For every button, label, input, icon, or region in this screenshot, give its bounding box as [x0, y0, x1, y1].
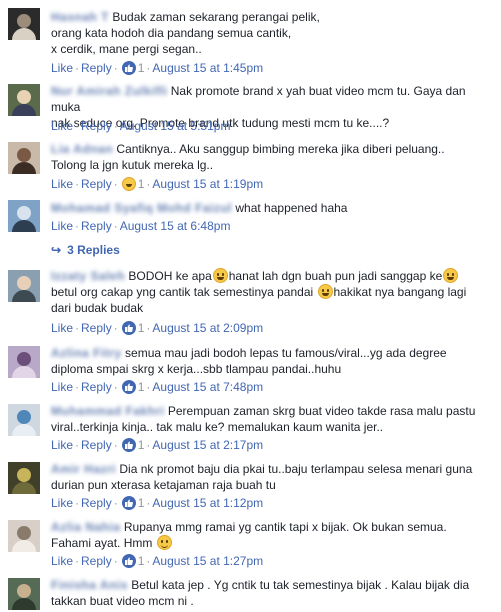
comment-text: BODOH ke apa	[128, 269, 212, 283]
avatar[interactable]	[8, 270, 40, 302]
reaction-count: 1	[137, 321, 145, 335]
avatar[interactable]	[8, 404, 40, 436]
avatar[interactable]	[8, 578, 40, 610]
reaction-count: 1	[137, 177, 145, 191]
comment-author[interactable]: Lia Adnan	[51, 141, 113, 157]
avatar[interactable]	[8, 200, 40, 232]
comment-text: Cantiknya.. Aku sanggup bimbing mereka j…	[116, 142, 445, 156]
grinning-emoji-icon	[443, 268, 459, 283]
like-reaction-icon[interactable]	[121, 380, 136, 394]
like-reaction-icon[interactable]	[121, 321, 136, 335]
comment-author[interactable]: Hasnah T	[51, 9, 109, 25]
like-button[interactable]: Like	[51, 321, 73, 335]
comment-text: x cerdik, mane pergi segan..	[51, 42, 202, 56]
like-button[interactable]: Like	[51, 554, 73, 568]
like-reaction-icon[interactable]	[121, 61, 136, 75]
smiling-emoji-icon	[156, 535, 172, 550]
reply-button[interactable]: Reply	[81, 438, 112, 452]
comment-author[interactable]: Finisha Anis	[51, 577, 128, 593]
comment-text: takkan buat video mcm ni .	[51, 594, 194, 608]
like-button[interactable]: Like	[51, 119, 73, 133]
avatar[interactable]	[8, 8, 40, 40]
comment-author[interactable]: Nur Amirah Zulkifli	[51, 83, 167, 99]
replies-label[interactable]: 3 Replies	[67, 243, 120, 257]
reply-arrow-icon: ↪	[51, 243, 62, 257]
comment-text: Dia nk promot baju dia pkai tu..baju ter…	[119, 462, 473, 476]
reply-button[interactable]: Reply	[81, 219, 112, 233]
comment-text: Fahami ayat. Hmm	[51, 536, 153, 550]
avatar[interactable]	[8, 520, 40, 552]
comment-text: orang kata hodoh dia pandang semua canti…	[51, 26, 292, 40]
comment-author[interactable]: Mohamad Syafiq Mohd Faizul	[51, 200, 232, 216]
comment-author[interactable]: Amir Hazri	[51, 461, 116, 477]
comment-timestamp[interactable]: August 15 at 2:17pm	[152, 438, 263, 452]
comment-timestamp[interactable]: August 15 at 2:09pm	[152, 321, 263, 335]
reply-button[interactable]: Reply	[81, 554, 112, 568]
comment-timestamp[interactable]: August 15 at 1:12pm	[152, 496, 263, 510]
reply-button[interactable]: Reply	[81, 61, 112, 75]
comment-timestamp[interactable]: August 15 at 1:45pm	[152, 61, 263, 75]
comment-author[interactable]: Muhammad Fakhri	[51, 403, 165, 419]
comment-text: Betul kata jep . Yg cntik tu tak semesti…	[131, 578, 470, 592]
comment-author[interactable]: Azlina Fitry	[51, 345, 122, 361]
reaction-count: 1	[137, 438, 145, 452]
comment-text: Perempuan zaman skrg buat video takde ra…	[167, 404, 476, 418]
reaction-count: 1	[137, 380, 145, 394]
reaction-count: 1	[137, 554, 145, 568]
reply-button[interactable]: Reply	[81, 177, 112, 191]
reply-button[interactable]: Reply	[81, 321, 112, 335]
like-button[interactable]: Like	[51, 496, 73, 510]
avatar[interactable]	[8, 84, 40, 116]
comment-text: betul org cakap yng cantik tak semestiny…	[51, 285, 314, 299]
view-replies-link[interactable]: ↪ 3 Replies	[51, 242, 120, 258]
comment-timestamp[interactable]: August 15 at 1:19pm	[152, 177, 263, 191]
reply-button[interactable]: Reply	[81, 119, 112, 133]
comment-timestamp[interactable]: August 15 at 5:51pm	[120, 119, 231, 133]
laugh-reaction-icon[interactable]	[121, 177, 136, 191]
like-button[interactable]: Like	[51, 380, 73, 394]
like-reaction-icon[interactable]	[121, 554, 136, 568]
comment-author[interactable]: Izzaty Saleh	[51, 268, 125, 284]
grinning-emoji-icon	[212, 268, 228, 283]
reply-button[interactable]: Reply	[81, 380, 112, 394]
like-reaction-icon[interactable]	[121, 496, 136, 510]
comment-text: semua mau jadi bodoh lepas tu famous/vir…	[125, 346, 447, 360]
comment-text: hakikat nya bangang lagi	[333, 285, 467, 299]
like-button[interactable]: Like	[51, 219, 73, 233]
comment-text: Tolong la jgn kutuk mereka lg..	[51, 158, 214, 172]
like-button[interactable]: Like	[51, 438, 73, 452]
reaction-count: 1	[137, 496, 145, 510]
comment-text: durian pun xterasa ketajaman raja buah t…	[51, 478, 276, 492]
comment-text: dari budak budak	[51, 301, 144, 315]
comment-text: Budak zaman sekarang perangai pelik,	[112, 10, 320, 24]
comment-timestamp[interactable]: August 15 at 1:27pm	[152, 554, 263, 568]
reaction-count: 1	[137, 61, 145, 75]
comment-timestamp[interactable]: August 15 at 6:48pm	[120, 219, 231, 233]
like-button[interactable]: Like	[51, 61, 73, 75]
comment-text: viral..terkinja kinja.. tak malu ke? mem…	[51, 420, 384, 434]
like-reaction-icon[interactable]	[121, 438, 136, 452]
avatar[interactable]	[8, 142, 40, 174]
comment-text: diploma smpai skrg x kerja...sbb tlampau…	[51, 362, 342, 376]
grinning-emoji-icon	[317, 284, 333, 299]
comment-text: Rupanya mmg ramai yg cantik tapi x bijak…	[123, 520, 447, 534]
comment-text: hanat lah dgn buah pun jadi sanggap ke	[228, 269, 443, 283]
avatar[interactable]	[8, 462, 40, 494]
reply-button[interactable]: Reply	[81, 496, 112, 510]
like-button[interactable]: Like	[51, 177, 73, 191]
comment-text: what happened haha	[235, 201, 348, 215]
avatar[interactable]	[8, 346, 40, 378]
comment-timestamp[interactable]: August 15 at 7:48pm	[152, 380, 263, 394]
comment-author[interactable]: Azlia Nahia	[51, 519, 121, 535]
